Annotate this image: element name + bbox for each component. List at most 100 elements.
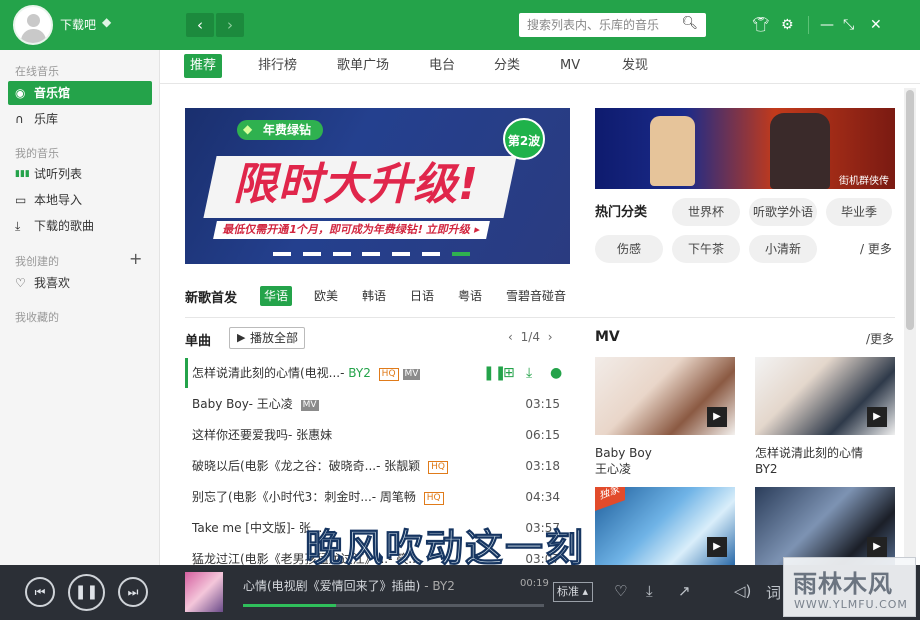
hot-tag[interactable]: 小清新: [749, 235, 817, 263]
sidebar-item-downloads[interactable]: ⤓ 下载的歌曲: [8, 214, 152, 238]
scrollbar-thumb[interactable]: [906, 90, 914, 330]
region-tab-sprite[interactable]: 雪碧音碰音: [502, 286, 570, 306]
song-row[interactable]: 破晓以后(电影《龙之谷：破晓奇...- 张靓颖 HQ 03:18: [185, 451, 570, 481]
song-duration: 06:15: [525, 428, 560, 442]
singles-title: 单曲: [185, 334, 212, 349]
carousel-dot[interactable]: [303, 252, 321, 256]
region-tab-korean[interactable]: 韩语: [358, 286, 390, 306]
hot-tag[interactable]: 世界杯: [672, 198, 740, 226]
region-tab-chinese[interactable]: 华语: [260, 286, 293, 306]
now-playing: 心情(电视剧《爱情回来了》插曲) - BY2: [243, 579, 455, 593]
mv-card[interactable]: ▶: [755, 487, 895, 565]
tab-radio[interactable]: 电台: [423, 54, 461, 78]
thumb-caption: 街机群侠传: [839, 176, 889, 187]
carousel-dot[interactable]: [392, 252, 410, 256]
carousel-dot-active[interactable]: [452, 252, 470, 256]
player-bar: ⏮︎ ❚❚ ⏭︎ 心情(电视剧《爱情回来了》插曲) - BY2 00:19 标准…: [0, 565, 920, 620]
search-icon[interactable]: 🔍︎: [681, 16, 698, 31]
song-row[interactable]: 别忘了(电影《小时代3：刺金时...- 周笔畅 HQ 04:34: [185, 482, 570, 512]
progress-fill: [243, 604, 337, 607]
share-icon[interactable]: ↗: [678, 582, 691, 600]
track-artist[interactable]: BY2: [432, 579, 455, 593]
tab-discover[interactable]: 发现: [616, 54, 654, 78]
heart-icon[interactable]: ♡: [614, 582, 627, 600]
gear-icon[interactable]: ⚙: [781, 15, 794, 35]
title-bar: 下载吧 ◆ ‹ › 🔍︎ 👕︎ ⚙ — ⤡ ✕: [0, 0, 920, 50]
avatar[interactable]: [13, 5, 53, 45]
sidebar-item-favorites[interactable]: ♡ 我喜欢: [8, 271, 152, 295]
lyric-toggle-icon[interactable]: 词: [766, 582, 781, 603]
play-icon[interactable]: ▶: [867, 407, 887, 427]
sidebar-item-local-import[interactable]: ▭ 本地导入: [8, 188, 152, 212]
volume-icon[interactable]: ◁): [734, 582, 751, 600]
add-playlist-icon[interactable]: +: [129, 249, 142, 268]
play-icon[interactable]: ▶: [707, 537, 727, 557]
pause-button[interactable]: ❚❚: [68, 574, 105, 611]
promo-banner[interactable]: ◆ 年费绿钻 限时大升级! 第2波 最低仅需开通1个月，即可成为年费绿钻! 立即…: [185, 108, 570, 264]
album-cover[interactable]: [185, 572, 223, 612]
desktop-lyric[interactable]: 晚风吹动这一刻: [304, 517, 585, 572]
hot-tag[interactable]: 听歌学外语: [749, 198, 817, 226]
play-icon[interactable]: ▶: [707, 407, 727, 427]
skin-icon[interactable]: 👕︎: [752, 15, 770, 35]
song-row[interactable]: 这样你还要爱我吗- 张惠妹 06:15: [185, 420, 570, 450]
mv-card[interactable]: ▶: [755, 357, 895, 435]
hot-tag[interactable]: 毕业季: [826, 198, 892, 226]
green-diamond-icon[interactable]: ◆: [102, 15, 111, 29]
close-icon[interactable]: ✕: [870, 15, 882, 35]
mv-card[interactable]: 独家 ▶: [595, 487, 735, 565]
download-icon[interactable]: ⤓: [526, 358, 532, 388]
region-tab-cantonese[interactable]: 粤语: [454, 286, 486, 306]
song-row[interactable]: 怎样说清此刻的心情(电视...- BY2 HQ MV ❚❚ ⊞ ⤓ ●: [185, 358, 636, 388]
mv-more-link[interactable]: /更多: [866, 330, 894, 347]
song-duration: 04:34: [525, 490, 560, 504]
search-input[interactable]: [527, 16, 677, 34]
headphones-icon: ∩: [15, 112, 24, 126]
region-tab-western[interactable]: 欧美: [310, 286, 342, 306]
play-all-button[interactable]: ▶ 播放全部: [229, 327, 305, 349]
sidebar-item-trial-list[interactable]: ▮▮▮ 试听列表: [8, 162, 152, 186]
username[interactable]: 下载吧: [60, 16, 96, 33]
mv-badge[interactable]: MV: [300, 400, 319, 411]
previous-track-button[interactable]: ⏮︎: [25, 577, 55, 607]
sidebar-item-music-hall[interactable]: ◉ 音乐馆: [8, 81, 152, 105]
quality-select[interactable]: 标准 ▴: [553, 582, 593, 602]
add-to-list-icon[interactable]: ⊞: [503, 358, 515, 388]
carousel-dot[interactable]: [273, 252, 291, 256]
prev-page-icon[interactable]: ‹: [508, 330, 513, 344]
next-page-icon[interactable]: ›: [548, 330, 553, 344]
tab-recommend[interactable]: 推荐: [184, 54, 223, 78]
equalizer-icon: ▮▮▮: [15, 169, 30, 179]
carousel-dot[interactable]: [422, 252, 440, 256]
region-tab-japanese[interactable]: 日语: [406, 286, 438, 306]
hot-tag[interactable]: 下午茶: [672, 235, 740, 263]
carousel-dot[interactable]: [333, 252, 351, 256]
mv-card[interactable]: ▶: [595, 357, 735, 435]
play-icon[interactable]: ▶: [867, 537, 887, 557]
mv-caption: Baby Boy 王心凌: [595, 446, 652, 476]
watermark-logo: 雨林木风 WWW.YLMFU.COM: [783, 557, 916, 617]
hot-more-link[interactable]: / 更多: [860, 240, 892, 257]
tab-charts[interactable]: 排行榜: [252, 54, 303, 78]
next-track-button[interactable]: ⏭︎: [118, 577, 148, 607]
tab-category[interactable]: 分类: [488, 54, 526, 78]
game-ad-thumbnail[interactable]: 街机群侠传: [595, 108, 895, 189]
hot-tag[interactable]: 伤感: [595, 235, 663, 263]
forward-button[interactable]: ›: [216, 13, 244, 37]
carousel-dot[interactable]: [362, 252, 380, 256]
tab-playlists[interactable]: 歌单广场: [331, 54, 395, 78]
scrollbar[interactable]: [904, 88, 916, 560]
tab-mv[interactable]: MV: [554, 54, 586, 78]
progress-bar[interactable]: [243, 604, 544, 607]
download-icon[interactable]: ⤓: [646, 582, 653, 600]
sidebar-item-library[interactable]: ∩ 乐库: [8, 107, 152, 131]
mini-mode-icon[interactable]: ⤡: [843, 15, 854, 35]
play-icon: ▶: [237, 331, 246, 344]
section-divider: [185, 317, 895, 318]
more-icon[interactable]: ●: [550, 358, 562, 388]
song-row[interactable]: Baby Boy- 王心凌 MV 03:15: [185, 389, 570, 419]
track-title[interactable]: 心情(电视剧《爱情回来了》插曲): [243, 579, 420, 593]
mv-badge[interactable]: MV: [402, 369, 421, 380]
back-button[interactable]: ‹: [186, 13, 214, 37]
minimize-icon[interactable]: —: [820, 15, 834, 35]
